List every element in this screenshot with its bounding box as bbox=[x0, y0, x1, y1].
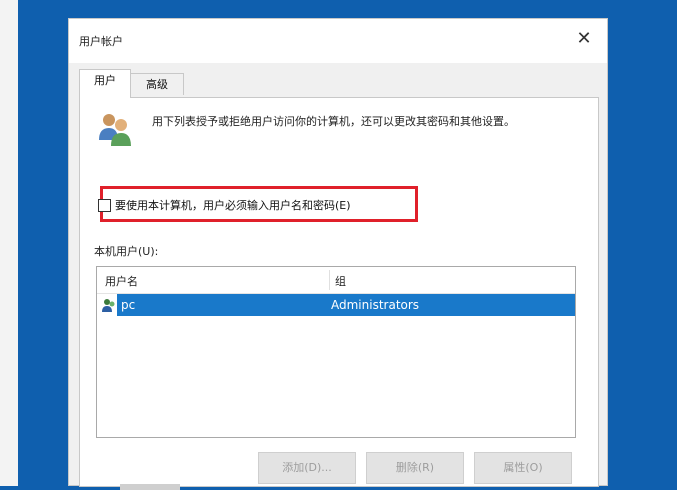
cell-username: pc bbox=[121, 298, 136, 312]
title-bar: 用户帐户 ✕ bbox=[69, 19, 607, 63]
close-button[interactable]: ✕ bbox=[573, 28, 595, 50]
window-title: 用户帐户 bbox=[79, 35, 123, 48]
tab-strip: 用户 高级 bbox=[79, 69, 599, 98]
users-icon bbox=[99, 114, 131, 146]
users-listview[interactable]: 用户名 组 pc Administrators bbox=[96, 266, 576, 438]
row-selection: pc Administrators bbox=[117, 294, 575, 316]
cell-group: Administrators bbox=[331, 298, 420, 312]
column-header-group[interactable]: 组 bbox=[335, 273, 346, 289]
desktop-edge bbox=[0, 0, 18, 486]
require-password-option[interactable]: 要使用本计算机，用户必须输入用户名和密码(E) bbox=[98, 195, 351, 215]
require-password-label: 要使用本计算机，用户必须输入用户名和密码(E) bbox=[115, 199, 351, 212]
listview-header: 用户名 组 bbox=[97, 267, 575, 294]
require-password-checkbox[interactable] bbox=[98, 198, 111, 212]
local-users-label: 本机用户(U): bbox=[94, 245, 159, 258]
remove-user-button[interactable]: 删除(R) bbox=[366, 452, 464, 484]
user-icon bbox=[102, 299, 115, 312]
properties-button[interactable]: 属性(O) bbox=[474, 452, 572, 484]
user-accounts-dialog: 用户帐户 ✕ 用户 高级 用下列表授予或拒绝用户访问你的计算机，还可以更改其密码… bbox=[68, 18, 608, 490]
tab-advanced[interactable]: 高级 bbox=[130, 73, 184, 95]
column-divider[interactable] bbox=[329, 270, 330, 290]
users-tab-panel: 用下列表授予或拒绝用户访问你的计算机，还可以更改其密码和其他设置。 要使用本计算… bbox=[79, 97, 599, 490]
panel-description: 用下列表授予或拒绝用户访问你的计算机，还可以更改其密码和其他设置。 bbox=[152, 115, 515, 128]
close-icon: ✕ bbox=[576, 28, 592, 49]
add-user-button[interactable]: 添加(D)... bbox=[258, 452, 356, 484]
table-row[interactable]: pc Administrators bbox=[97, 294, 575, 316]
cropped-section-label bbox=[120, 484, 180, 490]
tab-users[interactable]: 用户 bbox=[79, 69, 131, 98]
column-header-username[interactable]: 用户名 bbox=[105, 273, 138, 289]
